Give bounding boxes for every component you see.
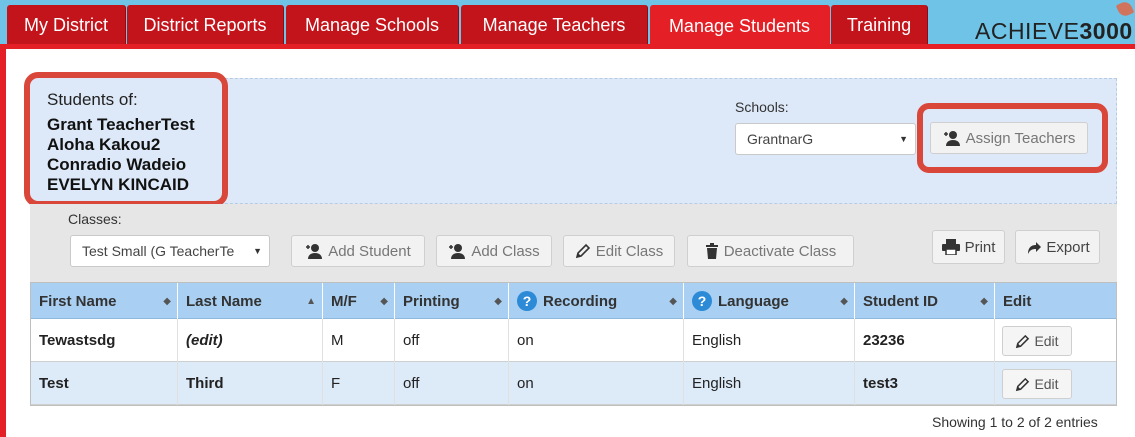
table-entries-info: Showing 1 to 2 of 2 entries: [932, 414, 1098, 430]
add-class-button[interactable]: Add Class: [436, 235, 552, 267]
cell-student-id: test3: [855, 362, 995, 405]
edit-class-button[interactable]: Edit Class: [563, 235, 675, 267]
table-row: Test Third F off on English test3 Edit: [31, 362, 1116, 405]
sort-asc-icon: ▲: [306, 296, 316, 307]
teacher-name: Aloha Kakou2: [47, 135, 161, 154]
class-select[interactable]: Test Small (G TeacherTe ▼: [70, 235, 270, 267]
column-header-recording[interactable]: ? Recording ◆: [509, 283, 684, 319]
cell-printing: off: [395, 362, 509, 405]
user-add-icon: [306, 244, 323, 259]
deactivate-class-label: Deactivate Class: [723, 242, 837, 260]
column-label: Last Name: [186, 292, 262, 310]
school-select-value: GrantnarG: [747, 131, 814, 147]
user-add-icon: [449, 244, 466, 259]
edit-student-button[interactable]: Edit: [1002, 369, 1072, 399]
assign-teachers-button[interactable]: Assign Teachers: [930, 122, 1088, 154]
cell-recording: on: [509, 362, 684, 405]
tab-manage-schools[interactable]: Manage Schools: [286, 5, 459, 46]
students-table: First Name ◆ Last Name ▲ M/F ◆ Printing ◆ ? R…: [30, 282, 1117, 406]
tab-training[interactable]: Training: [831, 5, 928, 46]
cell-first-name: Test: [31, 362, 178, 405]
sort-icon: ◆: [980, 296, 988, 307]
column-header-mf[interactable]: M/F ◆: [323, 283, 395, 319]
tab-manage-students[interactable]: Manage Students: [650, 5, 830, 48]
edit-class-label: Edit Class: [595, 242, 664, 260]
print-button[interactable]: Print: [932, 230, 1005, 264]
sort-icon: ◆: [494, 296, 502, 307]
export-button[interactable]: Export: [1015, 230, 1100, 264]
column-header-last-name[interactable]: Last Name ▲: [178, 283, 323, 319]
column-header-printing[interactable]: Printing ◆: [395, 283, 509, 319]
column-header-language[interactable]: ? Language ◆: [684, 283, 855, 319]
printer-icon: [941, 239, 960, 255]
sort-icon: ◆: [669, 296, 677, 307]
pencil-icon: [1016, 377, 1030, 391]
cell-mf: M: [323, 319, 395, 362]
pencil-icon: [1016, 334, 1030, 348]
assign-teachers-label: Assign Teachers: [965, 129, 1076, 147]
column-header-edit: Edit: [995, 283, 1116, 319]
sort-icon: ◆: [163, 296, 171, 307]
edit-student-button[interactable]: Edit: [1002, 326, 1072, 356]
column-label: Edit: [1003, 292, 1032, 310]
cell-student-id: 23236: [855, 319, 995, 362]
cell-language: English: [684, 362, 855, 405]
help-icon[interactable]: ?: [692, 291, 712, 311]
column-label: Language: [718, 292, 789, 310]
cell-mf: F: [323, 362, 395, 405]
cell-language: English: [684, 319, 855, 362]
column-label: Recording: [543, 292, 618, 310]
user-add-icon: [943, 131, 960, 146]
sort-icon: ◆: [840, 296, 848, 307]
cell-last-name: (edit): [178, 319, 323, 362]
edit-label: Edit: [1034, 333, 1059, 349]
teacher-name: Grant TeacherTest: [47, 115, 195, 134]
deactivate-class-button[interactable]: Deactivate Class: [687, 235, 854, 267]
achieve3000-logo: ACHIEVE3000: [975, 18, 1133, 45]
content-frame-left: [0, 46, 6, 437]
tab-district-reports[interactable]: District Reports: [127, 5, 284, 46]
table-row: Tewastsdg (edit) M off on English 23236 …: [31, 319, 1116, 362]
column-label: Printing: [403, 292, 460, 310]
students-of-label: Students of:: [47, 90, 138, 109]
students-of-box: Students of: Grant TeacherTest Aloha Kak…: [24, 72, 228, 207]
content-frame-top: [0, 44, 1135, 49]
print-label: Print: [964, 238, 996, 256]
help-icon[interactable]: ?: [517, 291, 537, 311]
chevron-down-icon: ▼: [899, 134, 908, 144]
logo-text: ACHIEVE: [975, 18, 1080, 44]
cell-last-name: Third: [178, 362, 323, 405]
teacher-name: Conradio Wadeio: [47, 155, 187, 174]
export-label: Export: [1046, 238, 1090, 256]
pencil-icon: [575, 243, 590, 259]
cell-printing: off: [395, 319, 509, 362]
sort-icon: ◆: [380, 296, 388, 307]
column-header-first-name[interactable]: First Name ◆: [31, 283, 178, 319]
table-header: First Name ◆ Last Name ▲ M/F ◆ Printing ◆ ? R…: [31, 283, 1116, 319]
teacher-name: EVELYN KINCAID: [47, 175, 190, 194]
class-select-value: Test Small (G TeacherTe: [82, 243, 235, 259]
add-student-button[interactable]: Add Student: [291, 235, 425, 267]
tab-manage-teachers[interactable]: Manage Teachers: [461, 5, 648, 46]
cell-first-name: Tewastsdg: [31, 319, 178, 362]
share-arrow-icon: [1028, 242, 1042, 254]
add-student-label: Add Student: [328, 242, 411, 260]
chevron-down-icon: ▼: [253, 246, 262, 256]
cell-recording: on: [509, 319, 684, 362]
column-label: M/F: [331, 292, 357, 310]
logo-number: 3000: [1079, 18, 1133, 44]
column-label: First Name: [39, 292, 117, 310]
school-select[interactable]: GrantnarG ▼: [735, 123, 916, 155]
column-header-student-id[interactable]: Student ID ◆: [855, 283, 995, 319]
add-class-label: Add Class: [471, 242, 540, 260]
schools-label: Schools:: [735, 99, 789, 115]
tab-my-district[interactable]: My District: [7, 5, 126, 46]
column-label: Student ID: [863, 292, 938, 310]
classes-label: Classes:: [68, 211, 122, 227]
trash-icon: [705, 243, 718, 259]
edit-label: Edit: [1034, 376, 1059, 392]
